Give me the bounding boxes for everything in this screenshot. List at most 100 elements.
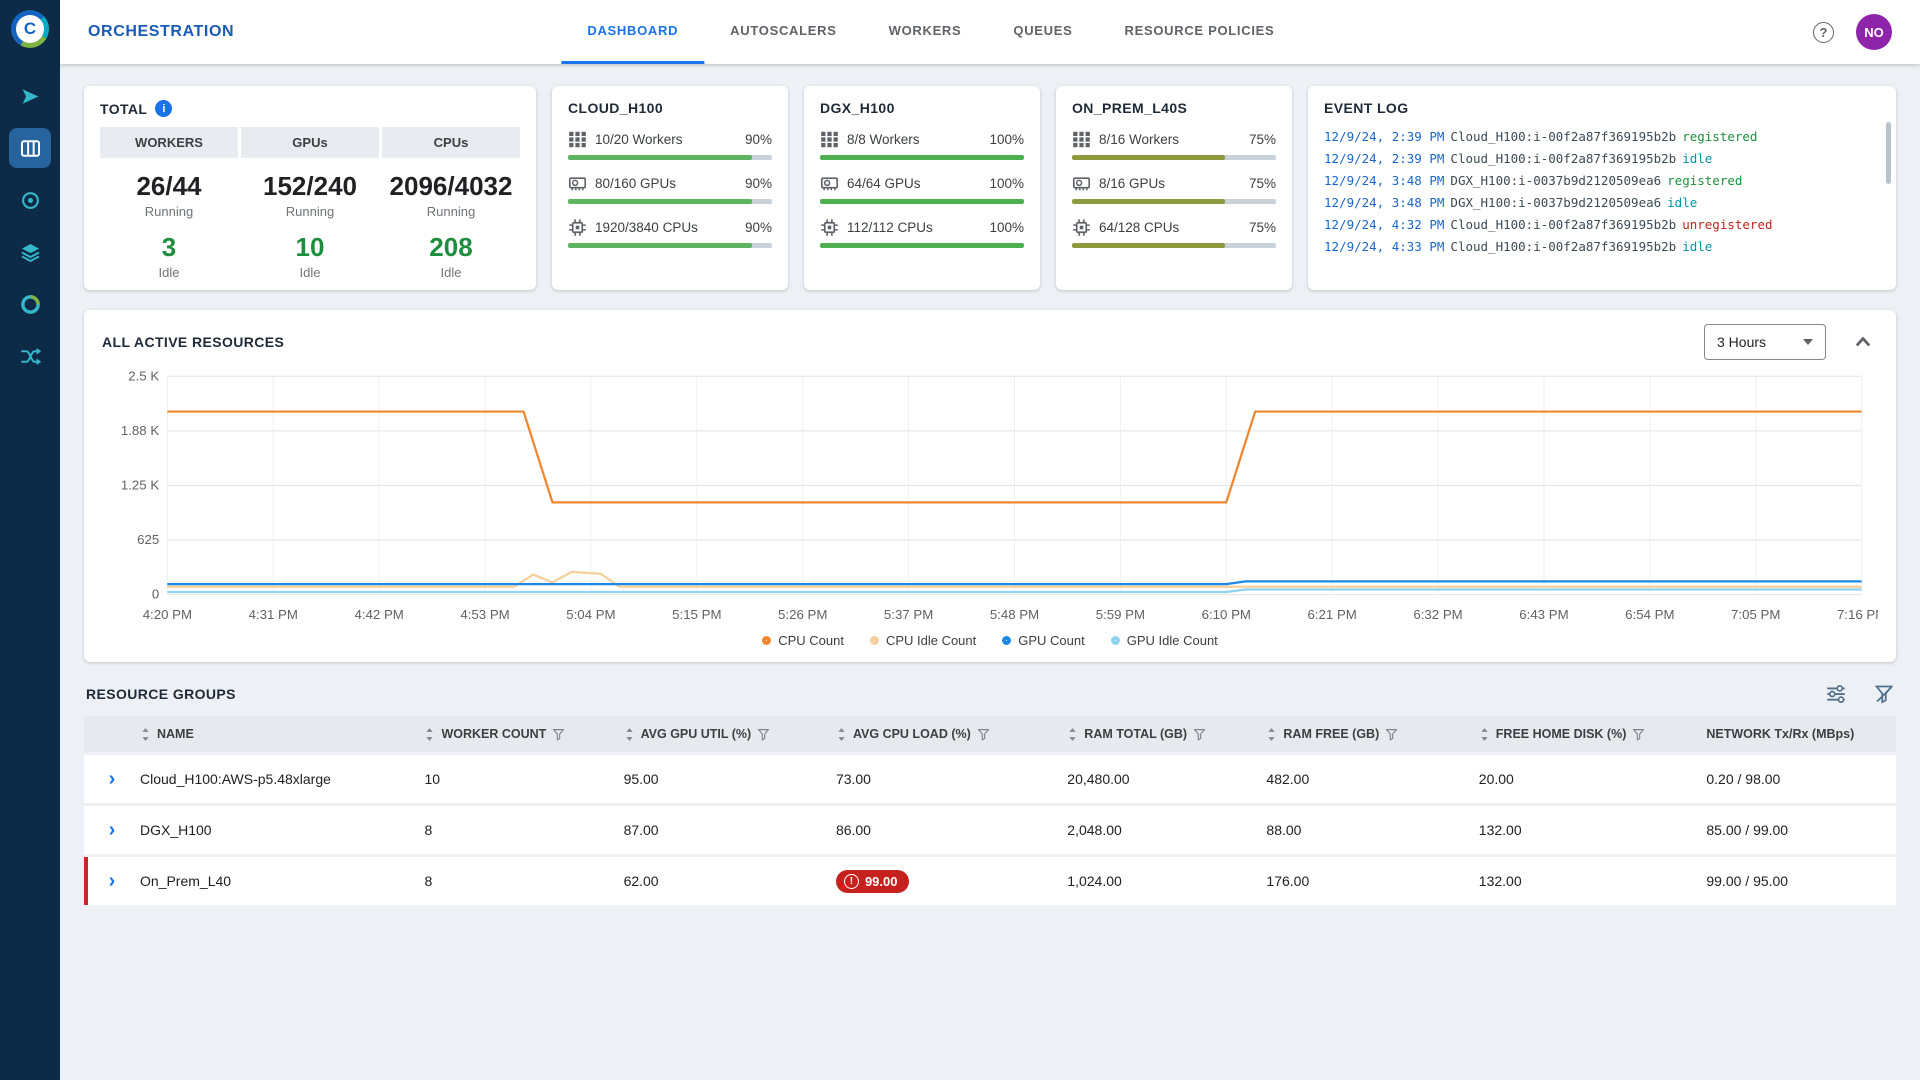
metric-label: 112/112 CPUs (847, 220, 933, 235)
table-row-dgx-h100[interactable]: › DGX_H100 8 87.00 86.00 2,048.00 88.00 … (84, 806, 1896, 854)
log-time: 12/9/24, 2:39 PM (1324, 151, 1444, 166)
cluster-title: ON_PREM_L40S (1072, 100, 1187, 116)
cluster-title: DGX_H100 (820, 100, 895, 116)
svg-text:5:04 PM: 5:04 PM (566, 607, 615, 622)
column-label: NAME (157, 727, 194, 741)
legend-label: CPU Count (778, 633, 844, 648)
event-log-card: EVENT LOG 12/9/24, 2:39 PMCloud_H100:i-0… (1308, 86, 1896, 290)
legend-dot-icon (762, 636, 771, 645)
cpus-running-value: 2096/4032 (382, 158, 520, 202)
progress-track (568, 199, 772, 204)
legend-gpu-count[interactable]: GPU Count (1002, 633, 1084, 648)
sidebar-item-policies[interactable] (9, 336, 51, 376)
row-worker-count: 8 (424, 822, 623, 838)
metric-label: 8/8 Workers (847, 132, 920, 147)
workers-idle-value: 3 (100, 219, 238, 263)
info-icon[interactable]: i (155, 100, 172, 117)
alert-icon: ! (844, 874, 859, 889)
legend-dot-icon (870, 636, 879, 645)
filter-icon[interactable] (552, 728, 565, 741)
legend-cpu-count[interactable]: CPU Count (762, 633, 844, 648)
gpu-icon (820, 174, 839, 193)
svg-text:5:48 PM: 5:48 PM (990, 607, 1039, 622)
event-log-entry: 12/9/24, 2:39 PM Cloud_H100:i-00f2a87f369… (1324, 148, 1880, 170)
metric-label: 8/16 GPUs (1099, 176, 1165, 191)
time-range-select[interactable]: 3 Hours (1704, 324, 1826, 360)
sidebar-item-resources[interactable] (9, 284, 51, 324)
row-name[interactable]: On_Prem_L40 (140, 873, 424, 889)
workers-icon (820, 130, 839, 149)
table-row-cloud-h100[interactable]: › Cloud_H100:AWS-p5.48xlarge 10 95.00 73… (84, 755, 1896, 803)
flow-icon (20, 346, 41, 367)
log-resource: Cloud_H100:i-00f2a87f369195b2b (1450, 151, 1676, 166)
progress-fill (1072, 243, 1225, 248)
column-settings-icon[interactable] (1826, 684, 1846, 704)
clear-filters-icon[interactable] (1874, 684, 1894, 704)
avatar[interactable]: NO (1856, 14, 1892, 50)
summary-row: TOTAL i WORKERS GPUs CPUs 26/44Running 1… (84, 86, 1896, 290)
column-header-avg-cpu-load[interactable]: AVG CPU LOAD (%) (836, 727, 1067, 741)
svg-text:2.5 K: 2.5 K (128, 368, 159, 383)
total-grid: WORKERS GPUs CPUs 26/44Running 152/240Ru… (100, 127, 520, 280)
legend-cpu-idle-count[interactable]: CPU Idle Count (870, 633, 976, 648)
filter-icon[interactable] (977, 728, 990, 741)
gpu-icon (1072, 174, 1091, 193)
svg-text:6:54 PM: 6:54 PM (1625, 607, 1674, 622)
column-header-ram-free[interactable]: RAM FREE (GB) (1266, 727, 1478, 741)
metric-percent: 90% (745, 220, 772, 235)
filter-icon[interactable] (1632, 728, 1645, 741)
svg-text:7:05 PM: 7:05 PM (1731, 607, 1780, 622)
progress-fill (1072, 199, 1225, 204)
sidebar: C (0, 0, 60, 1080)
column-header-name[interactable]: NAME (140, 727, 424, 741)
table-row-on-prem-l40[interactable]: › On_Prem_L40 8 62.00 ! 99.00 1,024.00 1… (84, 857, 1896, 905)
metric-label: 1920/3840 CPUs (595, 220, 698, 235)
row-free-home-disk: 20.00 (1479, 771, 1707, 787)
legend-gpu-idle-count[interactable]: GPU Idle Count (1111, 633, 1218, 648)
header-right: ? NO (1813, 14, 1892, 50)
expand-chevron-icon[interactable]: › (109, 871, 116, 891)
filter-icon[interactable] (1193, 728, 1206, 741)
expand-chevron-icon[interactable]: › (109, 769, 116, 789)
log-scrollbar[interactable] (1886, 122, 1891, 184)
svg-text:1.25 K: 1.25 K (121, 478, 159, 493)
sidebar-item-queues[interactable] (9, 232, 51, 272)
sidebar-item-launch[interactable] (9, 76, 51, 116)
active-resources-card: ALL ACTIVE RESOURCES 3 Hours 4:20 PM4:31… (84, 310, 1896, 662)
row-name[interactable]: Cloud_H100:AWS-p5.48xlarge (140, 771, 424, 787)
svg-text:625: 625 (137, 532, 159, 547)
app-logo[interactable]: C (11, 10, 49, 48)
sort-icon (140, 728, 151, 741)
sidebar-item-autoscalers[interactable] (9, 180, 51, 220)
help-icon[interactable]: ? (1813, 22, 1834, 43)
row-free-home-disk: 132.00 (1479, 822, 1707, 838)
cpus-idle-value: 208 (382, 219, 520, 263)
tab-resource-policies[interactable]: RESOURCE POLICIES (1099, 0, 1301, 64)
tab-dashboard[interactable]: DASHBOARD (561, 0, 704, 64)
sidebar-item-dashboard[interactable] (9, 128, 51, 168)
event-log-list[interactable]: 12/9/24, 2:39 PM Cloud_H100:i-00f2a87f369… (1324, 126, 1880, 258)
tab-queues[interactable]: QUEUES (987, 0, 1098, 64)
column-header-avg-gpu-util[interactable]: AVG GPU UTIL (%) (624, 727, 836, 741)
column-header-free-home-disk[interactable]: FREE HOME DISK (%) (1479, 727, 1707, 741)
expand-chevron-icon[interactable]: › (109, 820, 116, 840)
column-header-network[interactable]: NETWORK Tx/Rx (MBps) (1706, 727, 1896, 741)
app-root: C ORCHESTRATION DASHBOARD AUTOSCALERS WO… (0, 0, 1920, 1080)
column-label: RAM TOTAL (GB) (1084, 727, 1187, 741)
svg-text:5:59 PM: 5:59 PM (1096, 607, 1145, 622)
column-header-worker-count[interactable]: WORKER COUNT (424, 727, 623, 741)
row-avg-cpu-load: 73.00 (836, 771, 1067, 787)
tab-autoscalers[interactable]: AUTOSCALERS (704, 0, 862, 64)
svg-text:7:16 PM: 7:16 PM (1837, 607, 1878, 622)
row-name[interactable]: DGX_H100 (140, 822, 424, 838)
svg-text:5:37 PM: 5:37 PM (884, 607, 933, 622)
filter-icon[interactable] (1385, 728, 1398, 741)
page-title: ORCHESTRATION (88, 23, 234, 41)
column-header-ram-total[interactable]: RAM TOTAL (GB) (1067, 727, 1266, 741)
filter-icon[interactable] (757, 728, 770, 741)
progress-track (568, 155, 772, 160)
collapse-chevron-icon[interactable] (1852, 331, 1874, 353)
progress-track (568, 243, 772, 248)
resource-chart: 4:20 PM4:31 PM4:42 PM4:53 PM5:04 PM5:15 … (102, 364, 1878, 631)
tab-workers[interactable]: WORKERS (863, 0, 988, 64)
